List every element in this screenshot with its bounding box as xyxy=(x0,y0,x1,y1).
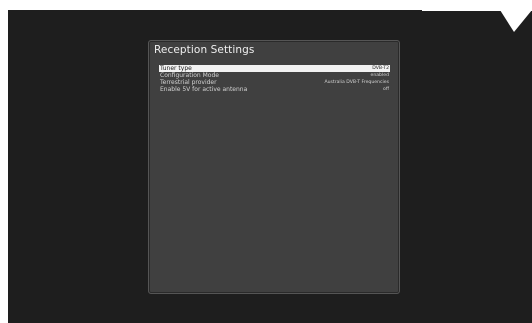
tv-screen: Reception Settings Tuner type DVB-T2 Con… xyxy=(8,10,532,323)
setting-value: off xyxy=(383,87,389,92)
settings-list: Tuner type DVB-T2 Configuration Mode ena… xyxy=(159,65,390,93)
setting-row-tuner-type[interactable]: Tuner type DVB-T2 xyxy=(159,65,390,72)
setting-label: Tuner type xyxy=(160,65,192,72)
setting-value: DVB-T2 xyxy=(372,66,389,71)
corner-watermark xyxy=(422,10,532,32)
setting-label: Terrestrial provider xyxy=(160,79,217,86)
setting-label: Enable 5V for active antenna xyxy=(160,86,248,93)
setting-row-enable-5v-antenna[interactable]: Enable 5V for active antenna off xyxy=(159,86,390,93)
setting-value: enabled xyxy=(370,73,390,78)
dialog-title: Reception Settings xyxy=(154,44,255,56)
setting-label: Configuration Mode xyxy=(160,72,219,79)
setting-row-configuration-mode[interactable]: Configuration Mode enabled xyxy=(159,72,390,79)
setting-value: Australia DVB-T Frequencies xyxy=(324,80,389,85)
setting-row-terrestrial-provider[interactable]: Terrestrial provider Australia DVB-T Fre… xyxy=(159,79,390,86)
reception-settings-dialog: Reception Settings Tuner type DVB-T2 Con… xyxy=(148,40,400,294)
